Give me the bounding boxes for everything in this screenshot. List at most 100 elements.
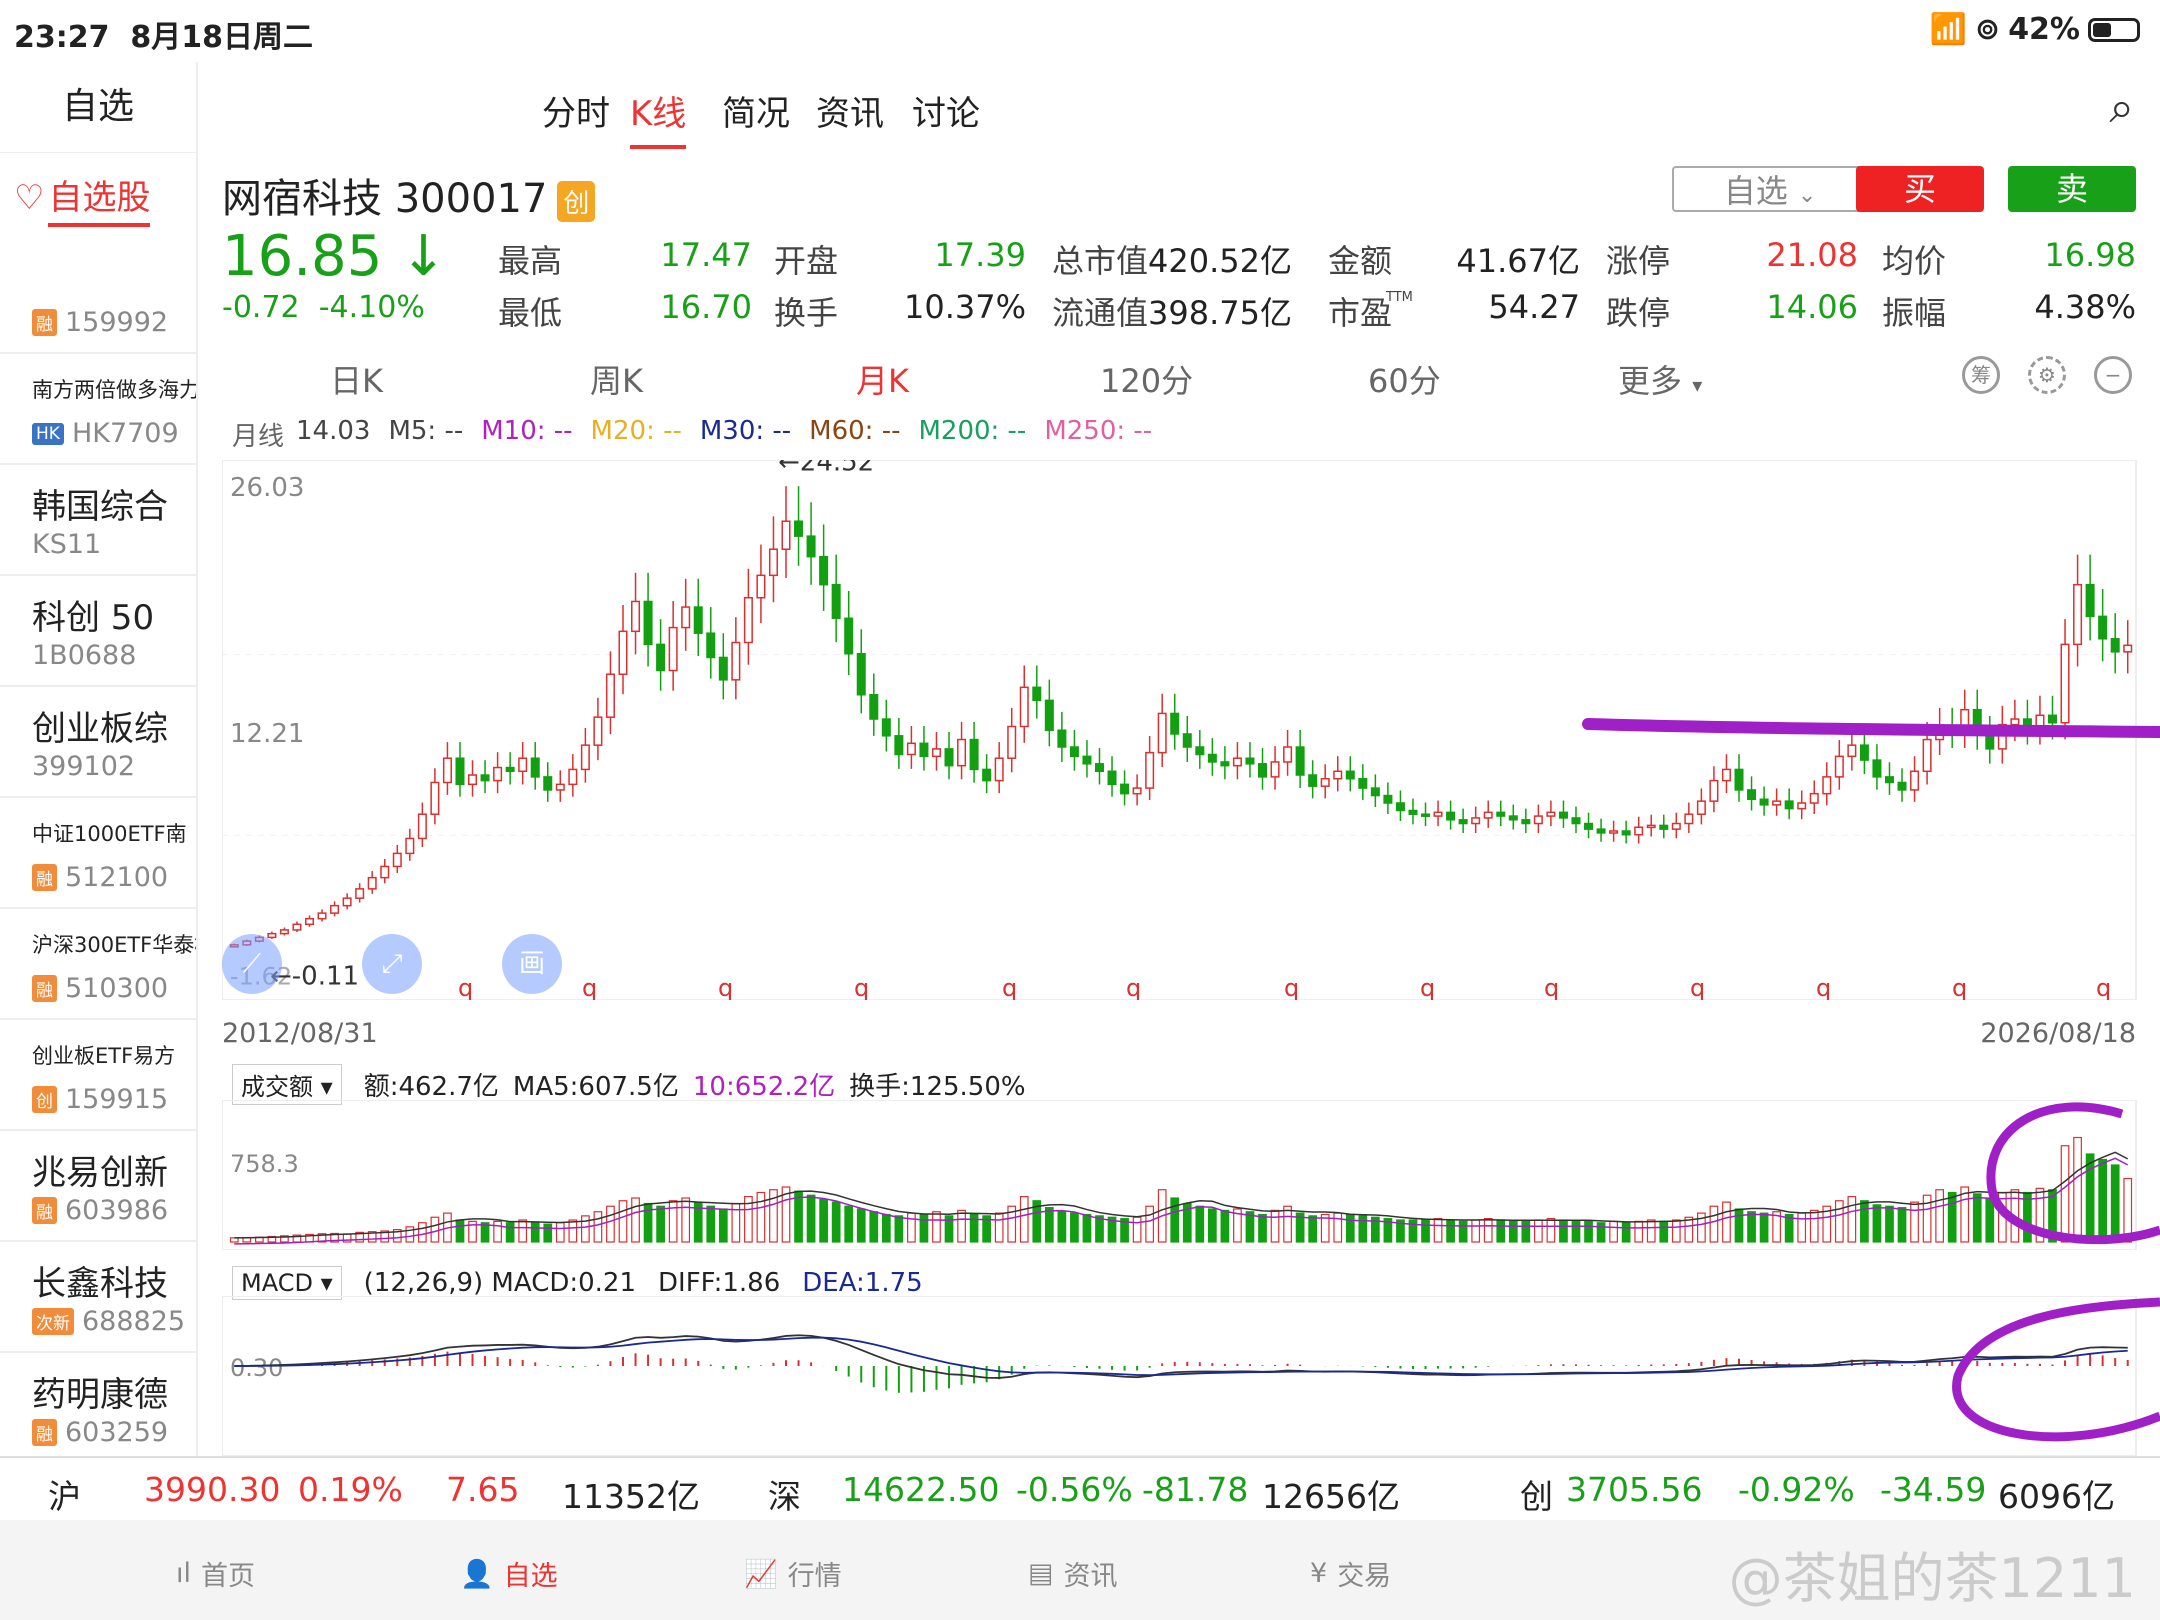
- volume-bar: [1145, 1205, 1155, 1243]
- sidebar-item[interactable]: 沪深300ETF华泰柏融 510300: [0, 909, 196, 1020]
- tab-news[interactable]: 资讯: [816, 86, 884, 135]
- sidebar-item-code-row: 次新 688825: [32, 1306, 185, 1337]
- gear-icon[interactable]: ⚙: [2028, 356, 2066, 394]
- volume-bar: [1044, 1207, 1054, 1243]
- search-icon[interactable]: ⌕: [2109, 82, 2134, 133]
- lock-rotation-icon: ⊚: [1975, 12, 2001, 47]
- period-tab-60min[interactable]: 60分: [1368, 356, 1441, 402]
- sidebar-item[interactable]: 创业板ETF易方创 159915: [0, 1020, 196, 1131]
- tab-kline[interactable]: K线: [630, 86, 687, 149]
- volume-bar: [1621, 1222, 1631, 1243]
- candle: [994, 757, 1004, 782]
- sidebar-item[interactable]: 创业板综 399102: [0, 687, 196, 798]
- buy-button[interactable]: 买: [1856, 166, 1984, 212]
- period-tab-month[interactable]: 月K: [856, 356, 909, 402]
- sidebar-item[interactable]: 科创 50 1B0688: [0, 576, 196, 687]
- sidebar-item[interactable]: 融 159992: [0, 243, 196, 354]
- candle: [1822, 776, 1832, 795]
- candle: [1245, 757, 1255, 765]
- ma-legend: 月线 14.03 M5: -- M10: -- M20: -- M30: -- …: [232, 416, 1152, 453]
- stat-label: 换手: [774, 294, 839, 332]
- volume-bar: [1747, 1211, 1756, 1243]
- candle: [919, 742, 929, 758]
- status-right: 📶 ⊚ 42%: [1930, 12, 2140, 47]
- macd-selector[interactable]: MACD ▾: [232, 1266, 342, 1300]
- sidebar-item[interactable]: 韩国综合 KS11: [0, 465, 196, 576]
- period-tab-day[interactable]: 日K: [330, 356, 383, 402]
- nav-trade[interactable]: ¥ 交易: [1310, 1554, 1391, 1593]
- candle: [330, 904, 340, 914]
- volume-bar: [1270, 1209, 1280, 1243]
- nav-watchlist-label: 自选: [503, 1561, 558, 1592]
- candle: [1295, 746, 1305, 776]
- period-tab-120min[interactable]: 120分: [1100, 356, 1193, 402]
- index-value: 14622.50: [842, 1470, 1000, 1509]
- sidebar-header[interactable]: 自选: [0, 62, 196, 152]
- stat-value: 41.67亿: [1456, 242, 1580, 280]
- volume-bar: [493, 1220, 502, 1243]
- volume-bar: [1207, 1208, 1217, 1243]
- macd-diff-line: [234, 1334, 2128, 1379]
- sidebar-item[interactable]: 中证1000ETF南融 512100: [0, 798, 196, 909]
- sidebar-item[interactable]: 药明康德融 603259: [0, 1353, 196, 1457]
- volume-bar: [1408, 1219, 1418, 1243]
- candle: [342, 897, 352, 907]
- candle: [405, 837, 415, 855]
- event-marker: q: [1952, 974, 1967, 1000]
- caret-down-icon: ▾: [1692, 373, 1703, 397]
- event-marker: q: [1544, 974, 1559, 1000]
- nav-home[interactable]: ıl 首页: [176, 1554, 255, 1593]
- sidebar-tab-watchlist[interactable]: ♡ 自选股: [0, 152, 196, 243]
- tab-discussion[interactable]: 讨论: [912, 86, 980, 135]
- volume-bar: [1809, 1209, 1819, 1243]
- volume-bar: [593, 1211, 603, 1243]
- volume-bar: [706, 1205, 716, 1243]
- ma-period-label: 月线: [232, 422, 285, 452]
- sidebar-item[interactable]: 兆易创新融 603986: [0, 1131, 196, 1242]
- top-tabs: 分时 K线 简况 资讯 讨论 ⌕: [196, 62, 2160, 162]
- expand-icon[interactable]: ⤢: [362, 934, 422, 994]
- nav-watchlist[interactable]: 👤 自选: [460, 1554, 558, 1593]
- period-tab-week[interactable]: 周K: [590, 356, 643, 402]
- heart-icon: ♡: [14, 178, 45, 218]
- nav-market[interactable]: 📈 行情: [744, 1554, 842, 1593]
- tab-overview[interactable]: 简况: [722, 86, 790, 135]
- nav-market-label: 行情: [787, 1561, 842, 1592]
- volume-bar: [932, 1211, 941, 1243]
- tab-timeshare[interactable]: 分时: [542, 86, 610, 135]
- draw-line-icon[interactable]: ⟋: [222, 934, 282, 994]
- market-tag: 融: [32, 864, 57, 891]
- nav-news[interactable]: ▤ 资讯: [1028, 1554, 1118, 1593]
- volume-bar: [1972, 1193, 1982, 1243]
- battery-percent: 42%: [2008, 12, 2080, 47]
- stat-value: 21.08: [1766, 236, 1858, 274]
- period-tab-more[interactable]: 更多 ▾: [1618, 356, 1702, 402]
- sidebar-item[interactable]: 长鑫科技 次新 688825: [0, 1242, 196, 1353]
- sidebar-item-name: 南方两倍做多海力: [32, 378, 198, 402]
- sidebar-item-name: 韩国综合: [32, 487, 168, 527]
- volume-bar: [568, 1219, 578, 1243]
- stat-label: 最高: [498, 242, 563, 280]
- sidebar-item[interactable]: 南方两倍做多海力 HK HK7709: [0, 354, 196, 465]
- candle: [1809, 792, 1819, 804]
- kline-chart[interactable]: 26.0312.21-1.62←24.52←-0.11qqqqqqqqqqqqq: [222, 460, 2160, 1000]
- watchlist-select[interactable]: 自选 ⌄: [1672, 166, 1868, 212]
- chevron-down-icon: ⌄: [1797, 183, 1817, 208]
- volume-bar: [1057, 1211, 1067, 1243]
- sidebar-item-name: 科创 50: [32, 598, 155, 638]
- zoom-out-icon[interactable]: −: [2094, 356, 2132, 394]
- ma-m200: M200: --: [918, 416, 1027, 446]
- candle: [2010, 718, 2020, 726]
- sell-button[interactable]: 卖: [2008, 166, 2136, 212]
- nav-home-label: 首页: [201, 1561, 256, 1592]
- draw-button[interactable]: 画: [502, 934, 562, 994]
- candle: [668, 626, 678, 672]
- stat-label: 跌停: [1606, 294, 1671, 332]
- chip-distribution-icon[interactable]: 筹: [1962, 356, 2000, 394]
- candle: [1772, 800, 1782, 806]
- index-bar[interactable]: 沪 3990.30 0.19% 7.65 11352亿 深 14622.50 -0.56% -8…: [0, 1456, 2160, 1522]
- volume-selector[interactable]: 成交额 ▾: [232, 1064, 342, 1105]
- volume-bar: [1195, 1205, 1205, 1243]
- start-date: 2012/08/31: [222, 1018, 378, 1049]
- volume-bar: [869, 1211, 879, 1243]
